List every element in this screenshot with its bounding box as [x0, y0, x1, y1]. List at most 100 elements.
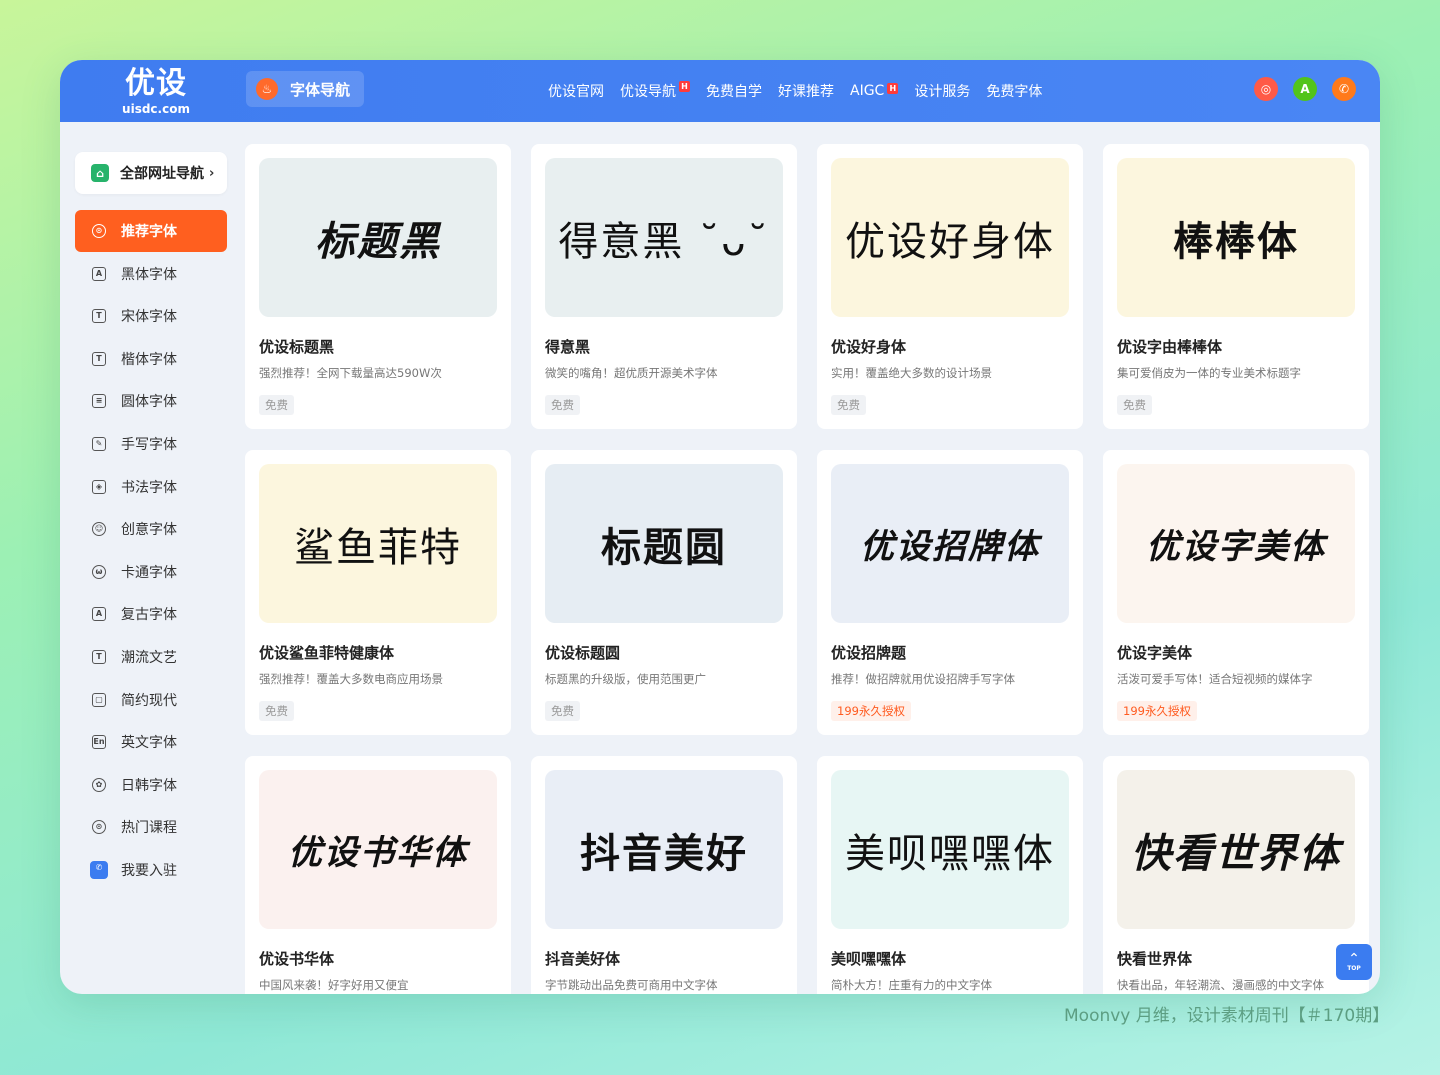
- license-price-tag: 199永久授权: [1117, 701, 1197, 721]
- heiti-icon: A: [92, 266, 106, 281]
- font-card-title: 优设字由棒棒体: [1117, 338, 1223, 356]
- font-preview: 优设书华体: [259, 770, 497, 929]
- sidebar-item-label: 简约现代: [121, 692, 177, 709]
- logo-text: 优设: [125, 66, 187, 101]
- section-switcher[interactable]: ♨ 字体导航: [246, 71, 364, 107]
- font-card[interactable]: 得意黑 ˘ᴗ˘ 得意黑 微笑的嘴角！超优质开源美术字体 免费: [531, 144, 797, 429]
- category-list: ⊙ 推荐字体 A 黑体字体 T 宋体字体 T 楷体字体 ≡ 圆体字体 ✎ 手写字体 ◈ 书法字体 ☺ 创意字体…: [75, 210, 227, 891]
- sidebar-item[interactable]: T 楷体字体: [75, 338, 227, 380]
- phone-icon[interactable]: ✆: [1332, 77, 1356, 101]
- scroll-to-top-button[interactable]: ⌃ TOP: [1336, 944, 1372, 980]
- sidebar-item[interactable]: ✿ 日韩字体: [75, 764, 227, 806]
- browser-window: 优设 uisdc.com ♨ 字体导航 优设官网 优设导航 H 免费自学 好课推荐 AIG…: [60, 60, 1380, 994]
- free-tag: 免费: [545, 701, 580, 721]
- home-icon: ⌂: [91, 164, 109, 182]
- font-card[interactable]: 快看世界体 快看世界体 快看出品，年轻潮流、漫画感的中文字体: [1103, 756, 1369, 994]
- sidebar-item[interactable]: ω 卡通字体: [75, 551, 227, 593]
- font-preview: 得意黑 ˘ᴗ˘: [545, 158, 783, 317]
- font-card-description: 中国风来袭！好字好用又便宜: [259, 978, 409, 992]
- free-tag: 免费: [259, 395, 294, 415]
- nav-item[interactable]: 免费字体: [986, 81, 1042, 101]
- sidebar-item-label: 日韩字体: [121, 777, 177, 794]
- sidebar-item-label: 卡通字体: [121, 564, 177, 581]
- nav-item[interactable]: 免费自学: [706, 81, 762, 101]
- fire-icon: ♨: [256, 78, 278, 100]
- nav-item[interactable]: 优设官网: [548, 81, 604, 101]
- site-logo[interactable]: 优设 uisdc.com: [120, 66, 192, 116]
- font-card-title: 美呗嘿嘿体: [831, 950, 907, 968]
- top-navigation-bar: 优设 uisdc.com ♨ 字体导航 优设官网 优设导航 H 免费自学 好课推荐 AIG…: [60, 60, 1380, 122]
- sidebar-item-label: 我要入驻: [121, 862, 177, 879]
- sidebar-item-label: 宋体字体: [121, 309, 177, 326]
- font-preview-text: 标题圆: [601, 524, 727, 571]
- font-card[interactable]: 鲨鱼菲特 优设鲨鱼菲特健康体 强烈推荐！覆盖大多数电商应用场景 免费: [245, 450, 511, 735]
- green-circle-icon[interactable]: A: [1293, 77, 1317, 101]
- font-preview-text: 优设招牌体: [860, 527, 1040, 567]
- font-card[interactable]: 优设招牌体 优设招牌题 推荐！做招牌就用优设招牌手写字体 199永久授权: [817, 450, 1083, 735]
- kaiti-icon: T: [92, 351, 106, 366]
- font-card-title: 优设好身体: [831, 338, 907, 356]
- nav-item-label: 免费自学: [706, 84, 762, 100]
- sidebar-item[interactable]: A 黑体字体: [75, 253, 227, 295]
- sidebar-item[interactable]: ✆ 我要入驻: [75, 849, 227, 891]
- font-preview: 标题黑: [259, 158, 497, 317]
- free-tag: 免费: [1117, 395, 1152, 415]
- license-price-tag: 199永久授权: [831, 701, 911, 721]
- font-card-description: 简朴大方！庄重有力的中文字体: [831, 978, 992, 992]
- font-card[interactable]: 优设字美体 优设字美体 活泼可爱手写体！适合短视频的媒体字 199永久授权: [1103, 450, 1369, 735]
- sidebar-item[interactable]: ▢ 简约现代: [75, 679, 227, 721]
- cartoon-icon: ω: [92, 564, 106, 579]
- font-preview-text: 美呗嘿嘿体: [845, 830, 1055, 877]
- nav-item[interactable]: 好课推荐: [778, 81, 834, 101]
- nav-item[interactable]: AIGC H: [850, 83, 899, 99]
- retro-icon: A: [92, 607, 106, 622]
- sidebar-item[interactable]: ☺ 创意字体: [75, 508, 227, 550]
- font-card-description: 微笑的嘴角！超优质开源美术字体: [545, 366, 718, 380]
- sidebar-item[interactable]: En 英文字体: [75, 721, 227, 763]
- font-card[interactable]: 抖音美好 抖音美好体 字节跳动出品免费可商用中文字体: [531, 756, 797, 994]
- font-card[interactable]: 棒棒体 优设字由棒棒体 集可爱俏皮为一体的专业美术标题字 免费: [1103, 144, 1369, 429]
- font-card[interactable]: 标题黑 优设标题黑 强烈推荐！全网下载量高达590W次 免费: [245, 144, 511, 429]
- font-card-description: 快看出品，年轻潮流、漫画感的中文字体: [1117, 978, 1324, 992]
- font-preview-text: 快看世界体: [1131, 830, 1341, 877]
- nav-item[interactable]: 设计服务: [914, 81, 970, 101]
- font-card-title: 优设鲨鱼菲特健康体: [259, 644, 395, 662]
- font-card[interactable]: 美呗嘿嘿体 美呗嘿嘿体 简朴大方！庄重有力的中文字体: [817, 756, 1083, 994]
- sidebar-item[interactable]: A 复古字体: [75, 593, 227, 635]
- hot-badge: H: [679, 81, 690, 92]
- font-preview: 鲨鱼菲特: [259, 464, 497, 623]
- sidebar-item[interactable]: ⊙ 推荐字体: [75, 210, 227, 252]
- yuanti-icon: ≡: [92, 394, 106, 409]
- font-preview: 优设好身体: [831, 158, 1069, 317]
- chevron-right-icon: ›: [209, 165, 215, 181]
- sidebar-item[interactable]: ✎ 手写字体: [75, 423, 227, 465]
- smile-icon: ☺: [92, 522, 106, 537]
- font-preview-text: 标题黑: [315, 218, 441, 265]
- font-card[interactable]: 优设好身体 优设好身体 实用！覆盖绝大多数的设计场景 免费: [817, 144, 1083, 429]
- nav-item-label: 免费字体: [986, 84, 1043, 100]
- red-circle-icon[interactable]: ◎: [1254, 77, 1278, 101]
- font-card-title: 优设字美体: [1117, 644, 1193, 662]
- all-sites-nav-label: 全部网址导航: [120, 166, 204, 182]
- sidebar-item-label: 书法字体: [121, 479, 177, 496]
- font-card[interactable]: 优设书华体 优设书华体 中国风来袭！好字好用又便宜: [245, 756, 511, 994]
- font-card-title: 得意黑: [545, 338, 591, 356]
- recommended-icon: ⊙: [92, 224, 106, 238]
- sidebar-item[interactable]: ◈ 书法字体: [75, 466, 227, 508]
- sidebar-item[interactable]: ≡ 圆体字体: [75, 380, 227, 422]
- font-card-description: 集可爱俏皮为一体的专业美术标题字: [1117, 366, 1301, 380]
- sidebar-item[interactable]: T 宋体字体: [75, 295, 227, 337]
- sidebar-item-label: 推荐字体: [121, 224, 177, 240]
- trend-icon: T: [92, 649, 106, 664]
- font-card-description: 强烈推荐！覆盖大多数电商应用场景: [259, 672, 443, 686]
- nav-item-label: 好课推荐: [778, 84, 834, 100]
- sidebar-item[interactable]: T 潮流文艺: [75, 636, 227, 678]
- font-preview: 优设招牌体: [831, 464, 1069, 623]
- all-sites-nav-button[interactable]: ⌂ 全部网址导航 ›: [75, 152, 227, 194]
- nav-item[interactable]: 优设导航 H: [620, 81, 690, 101]
- sidebar-item[interactable]: ⊙ 热门课程: [75, 806, 227, 848]
- pen-icon: ✎: [92, 436, 106, 451]
- font-card[interactable]: 标题圆 优设标题圆 标题黑的升级版，使用范围更广 免费: [531, 450, 797, 735]
- font-card-description: 标题黑的升级版，使用范围更广: [545, 672, 706, 686]
- font-card-title: 快看世界体: [1117, 950, 1193, 968]
